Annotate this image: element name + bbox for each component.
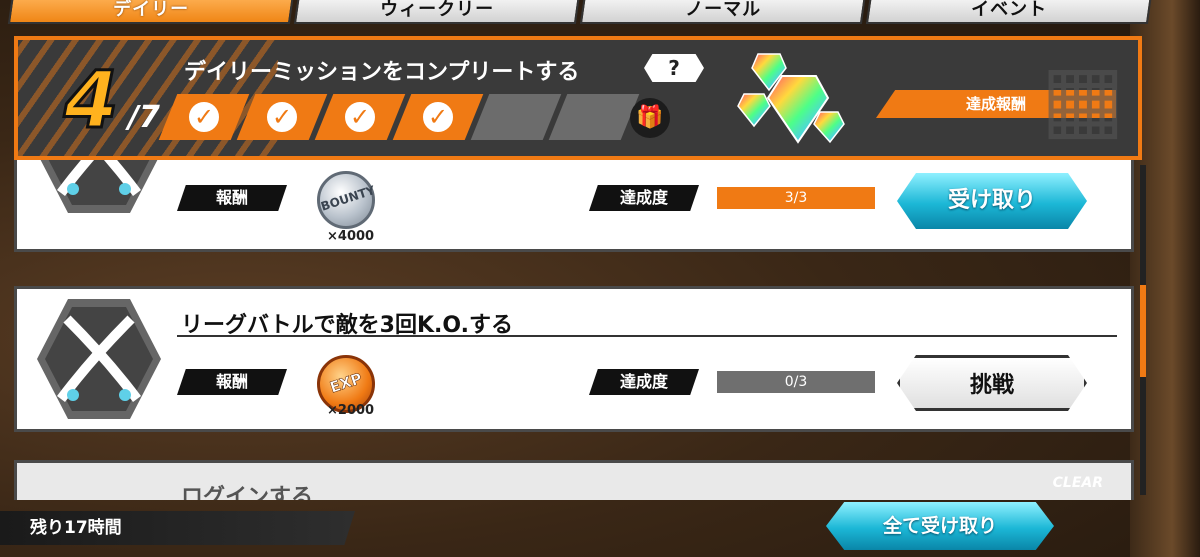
tab-event-label: イベント (971, 0, 1048, 20)
progress-slot: ✓ (236, 94, 328, 140)
completed-count: 4 (62, 56, 119, 146)
tab-normal-label: ノーマル (685, 0, 762, 20)
bounty-coin-icon: BOUNTY (317, 171, 377, 229)
title-divider (177, 335, 1117, 337)
check-icon: ✓ (264, 99, 300, 135)
claim-all-button[interactable]: 全て受け取り (826, 502, 1054, 550)
clear-label: CLEAR (1052, 475, 1103, 491)
tab-weekly-label: ウィークリー (380, 0, 495, 20)
mission-card: ログインする CLEAR (14, 460, 1134, 500)
check-icon: ✓ (420, 99, 456, 135)
progress-slot: ✓ (158, 94, 250, 140)
banner-title: デイリーミッションをコンプリートする (184, 60, 580, 85)
mission-title: ログインする (181, 485, 314, 500)
progress-slots: ✓ ✓ ✓ ✓ (158, 94, 640, 140)
progress-slot (470, 94, 562, 140)
mission-tabs: デイリー ウィークリー ノーマル イベント (0, 0, 1200, 26)
bounty-coin-text: BOUNTY (319, 183, 377, 214)
progress-tag: 達成度 (589, 185, 699, 211)
progress-slot: ✓ (392, 94, 484, 140)
crossed-swords-icon (37, 299, 161, 419)
challenge-button[interactable]: 挑戦 (897, 355, 1087, 411)
background-gift-icon: ▦ (1040, 45, 1126, 150)
reward-tag: 報酬 (177, 185, 287, 211)
mission-card: 報酬 BOUNTY ×4000 達成度 3/3 受け取り (14, 160, 1134, 252)
reward-quantity: ×4000 (327, 229, 375, 244)
progress-bar: 0/3 (717, 371, 875, 393)
reward-quantity: ×2000 (327, 403, 375, 418)
time-remaining: 残り17時間 (0, 511, 355, 545)
scrollbar-thumb[interactable] (1140, 285, 1146, 377)
progress-slot (548, 94, 640, 140)
progress-tag: 達成度 (589, 369, 699, 395)
daily-complete-banner: 4 /7 デイリーミッションをコンプリートする ? ✓ ✓ ✓ ✓ 🎁 達成報酬… (14, 36, 1142, 160)
tab-weekly[interactable]: ウィークリー (293, 0, 581, 24)
help-button[interactable]: ? (644, 54, 704, 82)
total-count: /7 (128, 100, 160, 135)
gift-icon: 🎁 (630, 98, 670, 138)
tab-event[interactable]: イベント (865, 0, 1153, 24)
mission-list[interactable]: 報酬 BOUNTY ×4000 達成度 3/3 受け取り リーグバトルで敵を3回… (14, 160, 1142, 500)
tab-daily[interactable]: デイリー (7, 0, 295, 24)
check-icon: ✓ (186, 99, 222, 135)
exp-coin-text: EXP (327, 369, 365, 397)
check-icon: ✓ (342, 99, 378, 135)
tab-normal[interactable]: ノーマル (579, 0, 867, 24)
reward-tag: 報酬 (177, 369, 287, 395)
progress-slot: ✓ (314, 94, 406, 140)
mission-card: リーグバトルで敵を3回K.O.する 報酬 EXP ×2000 達成度 0/3 挑… (14, 286, 1134, 432)
crossed-swords-icon (37, 160, 161, 213)
rainbow-gems-icon (737, 53, 845, 144)
claim-button[interactable]: 受け取り (897, 173, 1087, 229)
progress-bar: 3/3 (717, 187, 875, 209)
tab-daily-label: デイリー (113, 0, 190, 20)
